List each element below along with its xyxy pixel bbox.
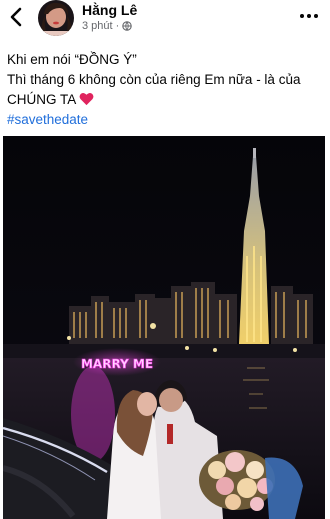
post-text-line-2: Thì tháng 6 không còn của riêng Em nữa -… (7, 72, 301, 87)
post-text: Khi em nói “ĐỒNG Ý” Thì tháng 6 không cò… (7, 50, 325, 130)
post-text-line-3-text: CHÚNG TA (7, 92, 77, 107)
post-text-line-1: Khi em nói “ĐỒNG Ý” (7, 52, 137, 67)
chevron-left-icon[interactable] (6, 6, 28, 28)
post-time[interactable]: 3 phút · (82, 20, 119, 32)
post-text-line-3: CHÚNG TA (7, 90, 325, 110)
marry-me-neon-sign: MARRY ME (81, 357, 153, 371)
post-photo[interactable]: MARRY ME (3, 136, 325, 519)
red-heart-emoji-icon (79, 92, 94, 106)
post-header: Hằng Lê 3 phút · (0, 0, 330, 38)
hashtag-link[interactable]: #savethedate (7, 110, 325, 130)
post-meta: 3 phút · (82, 20, 133, 32)
author-name[interactable]: Hằng Lê (82, 2, 137, 18)
more-horizontal-icon[interactable] (298, 8, 320, 24)
globe-icon[interactable] (122, 21, 133, 31)
avatar[interactable] (38, 0, 74, 36)
